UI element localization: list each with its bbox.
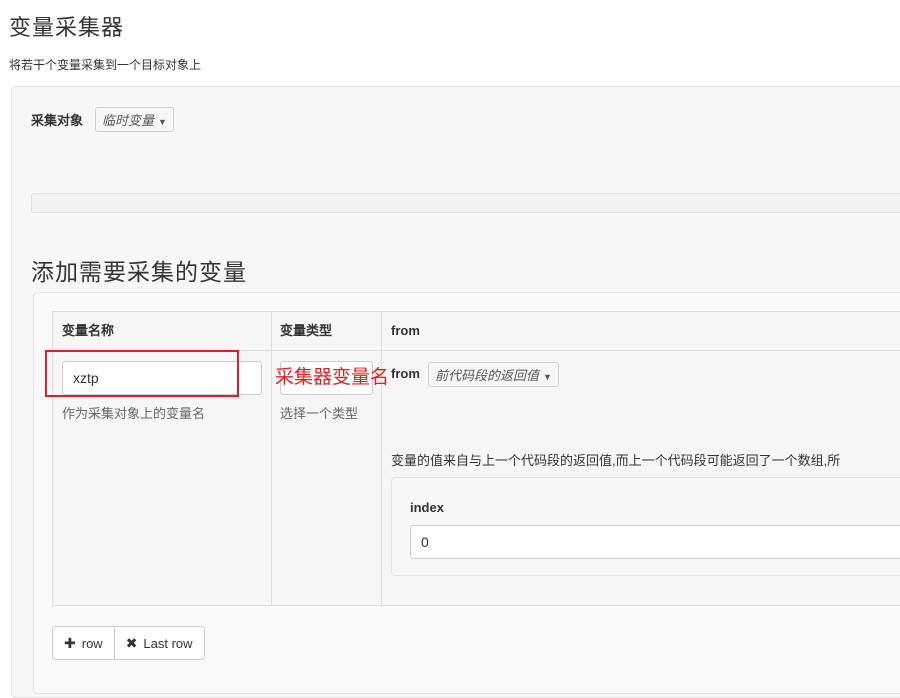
times-icon: ✖ <box>125 634 138 651</box>
type-help: 选择一个类型 <box>280 406 359 421</box>
remove-last-row-button[interactable]: ✖ Last row <box>113 626 205 660</box>
index-input[interactable] <box>410 525 900 559</box>
column-header-varname: 变量名称 <box>62 323 115 338</box>
from-dropdown-value: 前代码段的返回值 <box>435 368 540 383</box>
annotation-highlight-box <box>45 350 239 397</box>
varname-help: 作为采集对象上的变量名 <box>62 406 206 421</box>
annotation-label: 采集器变量名 <box>275 367 390 388</box>
target-preview-bar <box>31 193 900 213</box>
column-divider <box>271 311 272 605</box>
page-title: 变量采集器 <box>9 15 125 40</box>
from-label: from <box>391 366 420 381</box>
target-dropdown-value: 临时变量 <box>102 113 155 128</box>
remove-last-row-label: Last row <box>143 635 193 651</box>
caret-down-icon: ▼ <box>543 372 552 382</box>
add-row-label: row <box>81 635 103 651</box>
from-description: 变量的值来自与上一个代码段的返回值,而上一个代码段可能返回了一个数组,所 <box>391 453 841 468</box>
target-label: 采集对象 <box>31 113 84 128</box>
add-row-button[interactable]: ✚ row <box>52 626 115 660</box>
page-description: 将若干个变量采集到一个目标对象上 <box>9 58 202 72</box>
column-divider <box>381 311 382 605</box>
column-header-from: from <box>391 323 420 338</box>
from-dropdown[interactable]: 前代码段的返回值 ▼ <box>428 362 559 387</box>
index-label: index <box>410 500 444 515</box>
caret-down-icon: ▼ <box>158 117 167 127</box>
plus-icon: ✚ <box>64 634 76 651</box>
column-header-type: 变量类型 <box>280 323 333 338</box>
section-title: 添加需要采集的变量 <box>31 259 247 285</box>
target-dropdown[interactable]: 临时变量 ▼ <box>95 107 174 132</box>
row-button-group: ✚ row ✖ Last row <box>52 626 205 660</box>
